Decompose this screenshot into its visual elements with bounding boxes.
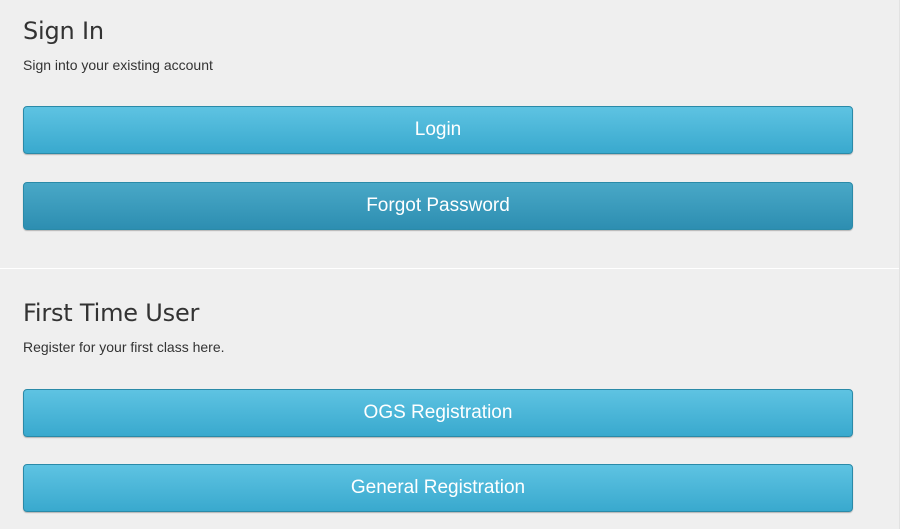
first-time-user-heading: First Time User — [23, 299, 200, 327]
sign-in-section: Sign In Sign into your existing account … — [23, 14, 853, 230]
first-time-user-subtitle: Register for your first class here. — [23, 339, 225, 355]
general-registration-button[interactable]: General Registration — [23, 464, 853, 512]
section-divider — [0, 268, 899, 269]
ogs-registration-button[interactable]: OGS Registration — [23, 389, 853, 437]
login-button[interactable]: Login — [23, 106, 853, 154]
first-time-user-section: First Time User Register for your first … — [23, 296, 853, 512]
sign-in-subtitle: Sign into your existing account — [23, 57, 213, 73]
forgot-password-button[interactable]: Forgot Password — [23, 182, 853, 230]
sign-in-heading: Sign In — [23, 17, 104, 45]
account-panel: Sign In Sign into your existing account … — [0, 0, 900, 529]
